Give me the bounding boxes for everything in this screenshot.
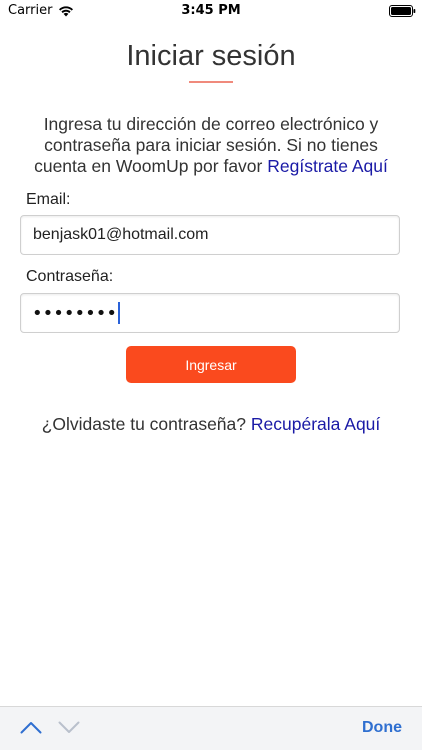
register-link[interactable]: Regístrate Aquí: [267, 156, 388, 176]
battery-icon: [389, 5, 416, 17]
forgot-password-text: ¿Olvidaste tu contraseña? Recupérala Aqu…: [0, 414, 422, 435]
password-field[interactable]: ••••••••: [20, 293, 400, 333]
title-underline: [189, 81, 233, 83]
forgot-password-question: ¿Olvidaste tu contraseña?: [41, 414, 246, 434]
intro-text: Ingresa tu dirección de correo electróni…: [20, 114, 402, 177]
recover-password-link[interactable]: Recupérala Aquí: [251, 414, 380, 434]
password-masked-value: ••••••••: [32, 302, 117, 324]
done-button[interactable]: Done: [362, 719, 402, 737]
text-caret: [117, 302, 120, 324]
email-label: Email:: [26, 191, 71, 208]
chevron-up-icon[interactable]: [20, 720, 42, 734]
email-field[interactable]: [20, 215, 400, 255]
login-button[interactable]: Ingresar: [126, 346, 296, 383]
status-bar: Carrier 3:45 PM: [0, 0, 422, 22]
keyboard-accessory-bar: Done: [0, 706, 422, 750]
page-title: Iniciar sesión: [126, 40, 296, 72]
chevron-down-icon: [58, 721, 80, 733]
status-time: 3:45 PM: [181, 3, 241, 18]
password-label: Contraseña:: [26, 268, 114, 285]
